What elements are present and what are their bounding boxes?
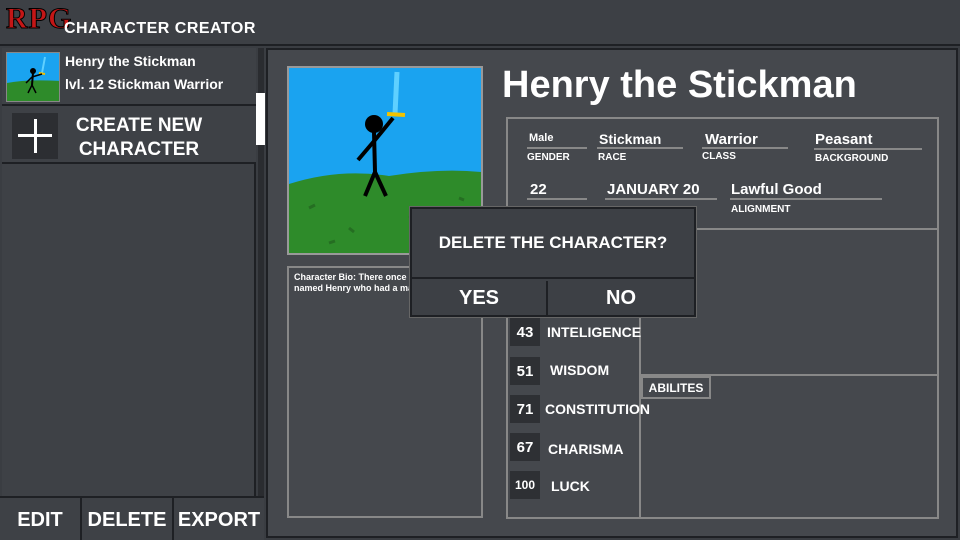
- character-list-item[interactable]: Henry the Stickman lvl. 12 Stickman Warr…: [2, 48, 256, 106]
- app-logo: RPG: [5, 2, 73, 36]
- background-value[interactable]: Peasant: [815, 131, 873, 148]
- alignment-label: ALIGNMENT: [731, 204, 791, 215]
- intelligence-label: INTELIGENCE: [547, 324, 642, 340]
- race-label: RACE: [598, 152, 627, 163]
- birthday-value[interactable]: JANUARY 20: [607, 181, 700, 198]
- charisma-value[interactable]: 67: [510, 433, 540, 461]
- create-new-character-button[interactable]: CREATE NEW CHARACTER: [2, 106, 256, 164]
- edit-button[interactable]: EDIT: [0, 498, 82, 540]
- create-new-character-label: CREATE NEW CHARACTER: [75, 115, 203, 160]
- birthday-underline: [605, 198, 717, 200]
- gender-underline: [527, 147, 587, 149]
- background-label: BACKGROUND: [815, 153, 889, 164]
- class-underline: [702, 147, 788, 149]
- gender-value[interactable]: Male: [529, 132, 553, 144]
- yes-button[interactable]: YES: [412, 281, 548, 315]
- alignment-underline: [730, 198, 882, 200]
- gender-label: GENDER: [527, 152, 570, 163]
- delete-button[interactable]: DELETE: [82, 498, 174, 540]
- constitution-value[interactable]: 71: [510, 395, 540, 423]
- alignment-value[interactable]: Lawful Good: [731, 181, 822, 198]
- race-underline: [597, 147, 683, 149]
- class-value[interactable]: Warrior: [705, 131, 758, 148]
- plus-icon: [12, 113, 58, 159]
- title-bar: RPG CHARACTER CREATOR: [0, 0, 960, 46]
- character-list-name: Henry the Stickman: [65, 53, 196, 69]
- character-list-subtitle: lvl. 12 Stickman Warrior: [65, 76, 224, 92]
- wisdom-value[interactable]: 51: [510, 357, 540, 385]
- character-thumbnail: [6, 52, 60, 102]
- sidebar-scrollbar-thumb[interactable]: [256, 93, 265, 145]
- age-value[interactable]: 22: [530, 181, 547, 198]
- delete-confirm-dialog: DELETE THE CHARACTER? YES NO: [410, 207, 696, 317]
- race-value[interactable]: Stickman: [599, 131, 661, 147]
- charisma-label: CHARISMA: [548, 441, 624, 457]
- luck-label: LUCK: [551, 478, 590, 494]
- background-underline: [814, 148, 922, 150]
- luck-value[interactable]: 100: [510, 471, 540, 499]
- intelligence-value[interactable]: 43: [510, 318, 540, 346]
- export-button[interactable]: EXPORT: [174, 498, 264, 540]
- abilities-tab[interactable]: ABILITES: [641, 376, 711, 399]
- app-title: CHARACTER CREATOR: [64, 20, 256, 37]
- dialog-question: DELETE THE CHARACTER?: [412, 209, 694, 279]
- constitution-label: CONSTITUTION: [545, 401, 650, 417]
- no-button[interactable]: NO: [548, 281, 694, 315]
- sidebar-action-bar: EDIT DELETE EXPORT: [0, 496, 264, 540]
- class-label: CLASS: [702, 151, 736, 162]
- age-underline: [527, 198, 587, 200]
- character-name-heading: Henry the Stickman: [502, 64, 857, 106]
- wisdom-label: WISDOM: [550, 362, 610, 378]
- stickman-thumbnail-image: [7, 53, 59, 101]
